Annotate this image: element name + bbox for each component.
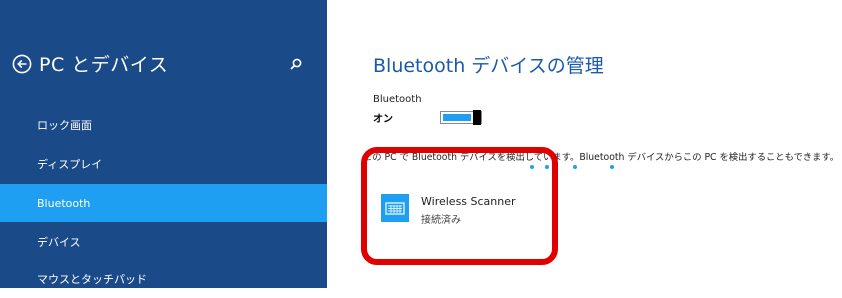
sidebar-header: PC とデバイス [12, 50, 168, 77]
back-arrow-icon[interactable] [12, 54, 32, 74]
sidebar-item-display[interactable]: ディスプレイ [0, 145, 327, 183]
bluetooth-toggle[interactable] [440, 110, 482, 125]
toggle-fill [443, 114, 471, 121]
progress-dot [573, 165, 577, 169]
toggle-thumb[interactable] [473, 110, 481, 125]
sidebar-item-label: Bluetooth [37, 196, 91, 210]
sidebar-item-label: マウスとタッチパッド [37, 273, 147, 286]
sidebar-item-lock-screen[interactable]: ロック画面 [0, 106, 327, 144]
sidebar-item-label: デバイス [37, 236, 81, 249]
bluetooth-toggle-state: オン [373, 114, 393, 125]
sidebar-item-label: ディスプレイ [37, 158, 103, 171]
sidebar-item-bluetooth[interactable]: Bluetooth [0, 184, 327, 222]
search-icon[interactable] [289, 57, 303, 71]
highlight-annotation-box [361, 147, 558, 265]
main-panel: Bluetooth デバイスの管理 Bluetooth オン この PC で B… [327, 0, 842, 288]
sidebar-item-label: ロック画面 [37, 119, 92, 132]
sidebar: PC とデバイス ロック画面 ディスプレイ Bluetooth デバイス マウス… [0, 0, 327, 288]
sidebar-item-devices[interactable]: デバイス [0, 223, 327, 261]
page-title: Bluetooth デバイスの管理 [373, 55, 604, 77]
progress-dot [610, 165, 614, 169]
sidebar-title: PC とデバイス [39, 54, 169, 76]
sidebar-item-mouse-touchpad[interactable]: マウスとタッチパッド [0, 260, 327, 298]
bluetooth-toggle-label: Bluetooth [373, 94, 422, 105]
